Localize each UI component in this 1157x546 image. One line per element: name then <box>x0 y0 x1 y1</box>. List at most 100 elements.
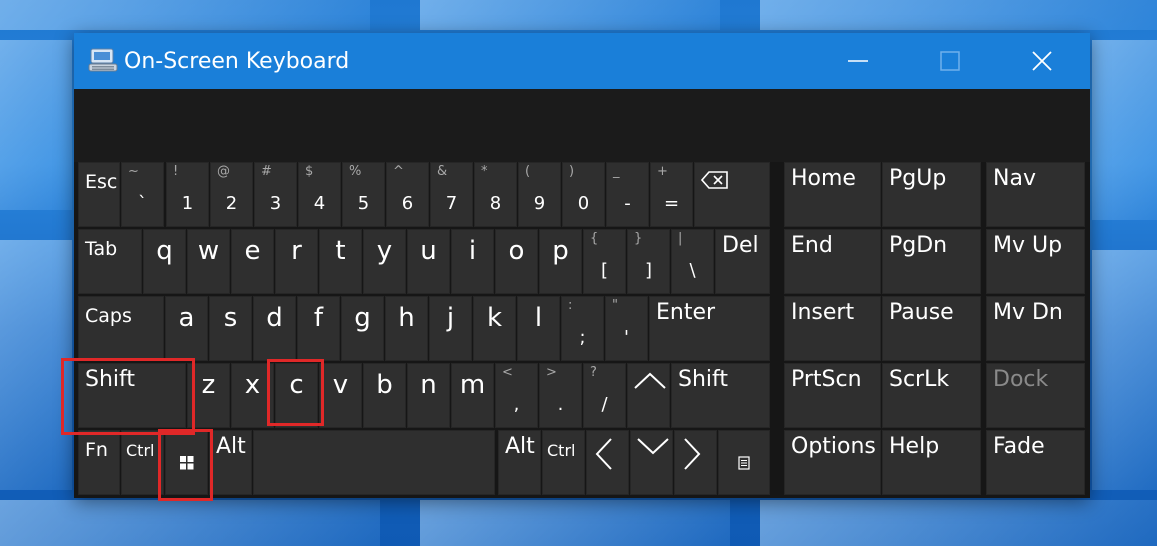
key-del[interactable]: Del <box>715 229 770 294</box>
close-button[interactable] <box>1012 33 1072 89</box>
key-n[interactable]: n <box>407 363 450 428</box>
key-r[interactable]: r <box>275 229 318 294</box>
key-shift-right[interactable]: Shift <box>671 363 770 428</box>
key-v[interactable]: v <box>319 363 362 428</box>
key-minus[interactable]: _ - <box>606 162 649 227</box>
key-quote[interactable]: " ' <box>605 296 648 361</box>
key-label: Alt <box>505 434 535 459</box>
key-pgup[interactable]: PgUp <box>882 162 981 227</box>
key-d[interactable]: d <box>253 296 296 361</box>
key-label: Shift <box>85 367 136 392</box>
key-j[interactable]: j <box>429 296 472 361</box>
key-equals[interactable]: + = <box>650 162 693 227</box>
key-tab[interactable]: Tab <box>78 229 142 294</box>
key-e[interactable]: e <box>231 229 274 294</box>
key-fade[interactable]: Fade <box>986 430 1085 495</box>
key-6[interactable]: ^ 6 <box>386 162 429 227</box>
key-arrow-right[interactable] <box>674 430 717 495</box>
key-backtick[interactable]: ~ ` <box>121 162 164 227</box>
window-title: On-Screen Keyboard <box>124 49 350 74</box>
minimize-button[interactable] <box>828 33 888 89</box>
key-y[interactable]: y <box>363 229 406 294</box>
key-label: ] <box>644 260 653 281</box>
key-windows[interactable] <box>165 430 208 495</box>
key-slash[interactable]: ? / <box>583 363 626 428</box>
key-z[interactable]: z <box>187 363 230 428</box>
key-right-bracket[interactable]: }] <box>627 229 670 294</box>
key-insert[interactable]: Insert <box>784 296 881 361</box>
key-ctrl-right[interactable]: Ctrl <box>542 430 585 495</box>
key-u[interactable]: u <box>407 229 450 294</box>
key-alt-left[interactable]: Alt <box>209 430 252 495</box>
key-esc[interactable]: Esc <box>78 162 120 227</box>
key-3[interactable]: #3 <box>254 162 297 227</box>
key-home[interactable]: Home <box>784 162 881 227</box>
key-i[interactable]: i <box>451 229 494 294</box>
key-s[interactable]: s <box>209 296 252 361</box>
key-mv-up[interactable]: Mv Up <box>986 229 1085 294</box>
key-prtscn[interactable]: PrtScn <box>784 363 881 428</box>
key-end[interactable]: End <box>784 229 881 294</box>
key-x[interactable]: x <box>231 363 274 428</box>
key-5[interactable]: % 5 <box>342 162 385 227</box>
key-mv-dn[interactable]: Mv Dn <box>986 296 1085 361</box>
key-semicolon[interactable]: :; <box>561 296 604 361</box>
key-b[interactable]: b <box>363 363 406 428</box>
key-help[interactable]: Help <box>882 430 981 495</box>
key-fn[interactable]: Fn <box>78 430 120 495</box>
key-a[interactable]: a <box>165 296 208 361</box>
key-shift-label: | <box>678 231 683 246</box>
key-period[interactable]: >. <box>539 363 582 428</box>
key-4[interactable]: $4 <box>298 162 341 227</box>
key-left-bracket[interactable]: {[ <box>583 229 626 294</box>
key-comma[interactable]: <, <box>495 363 538 428</box>
key-f[interactable]: f <box>297 296 340 361</box>
key-label: Shift <box>678 367 729 392</box>
key-l[interactable]: l <box>517 296 560 361</box>
key-label: e <box>244 236 261 266</box>
key-space[interactable] <box>253 430 495 495</box>
key-h[interactable]: h <box>385 296 428 361</box>
key-alt-right[interactable]: Alt <box>498 430 541 495</box>
key-ctrl-left[interactable]: Ctrl <box>121 430 164 495</box>
key-shift-label: ~ <box>128 164 139 179</box>
key-arrow-left[interactable] <box>586 430 629 495</box>
key-pause[interactable]: Pause <box>882 296 981 361</box>
key-9[interactable]: (9 <box>518 162 561 227</box>
key-backspace[interactable] <box>694 162 770 227</box>
key-2[interactable]: @2 <box>210 162 253 227</box>
key-label: End <box>791 233 833 258</box>
key-o[interactable]: o <box>495 229 538 294</box>
key-shift-left[interactable]: Shift <box>78 363 186 428</box>
maximize-button[interactable] <box>920 33 980 89</box>
key-options[interactable]: Options <box>784 430 881 495</box>
key-label: - <box>624 193 631 214</box>
key-enter[interactable]: Enter <box>649 296 770 361</box>
key-7[interactable]: & 7 <box>430 162 473 227</box>
key-q[interactable]: q <box>143 229 186 294</box>
key-caps[interactable]: Caps <box>78 296 164 361</box>
key-arrow-down[interactable] <box>630 430 673 495</box>
key-1[interactable]: ! 1 <box>166 162 209 227</box>
key-arrow-up[interactable] <box>627 363 670 428</box>
key-scrlk[interactable]: ScrLk <box>882 363 981 428</box>
key-0[interactable]: ) 0 <box>562 162 605 227</box>
key-menu[interactable] <box>718 430 770 495</box>
key-k[interactable]: k <box>473 296 516 361</box>
key-label: Nav <box>993 166 1036 191</box>
key-p[interactable]: p <box>539 229 582 294</box>
key-label: n <box>420 370 437 400</box>
key-backslash[interactable]: | \ <box>671 229 714 294</box>
key-pgdn[interactable]: PgDn <box>882 229 981 294</box>
key-w[interactable]: w <box>187 229 230 294</box>
key-g[interactable]: g <box>341 296 384 361</box>
key-c[interactable]: c <box>275 363 318 428</box>
key-m[interactable]: m <box>451 363 494 428</box>
title-bar[interactable]: On-Screen Keyboard <box>74 33 1090 89</box>
key-nav[interactable]: Nav <box>986 162 1085 227</box>
key-label: Help <box>889 434 940 459</box>
key-t[interactable]: t <box>319 229 362 294</box>
key-dock: Dock <box>986 363 1085 428</box>
key-8[interactable]: * 8 <box>474 162 517 227</box>
key-label: y <box>376 236 393 266</box>
